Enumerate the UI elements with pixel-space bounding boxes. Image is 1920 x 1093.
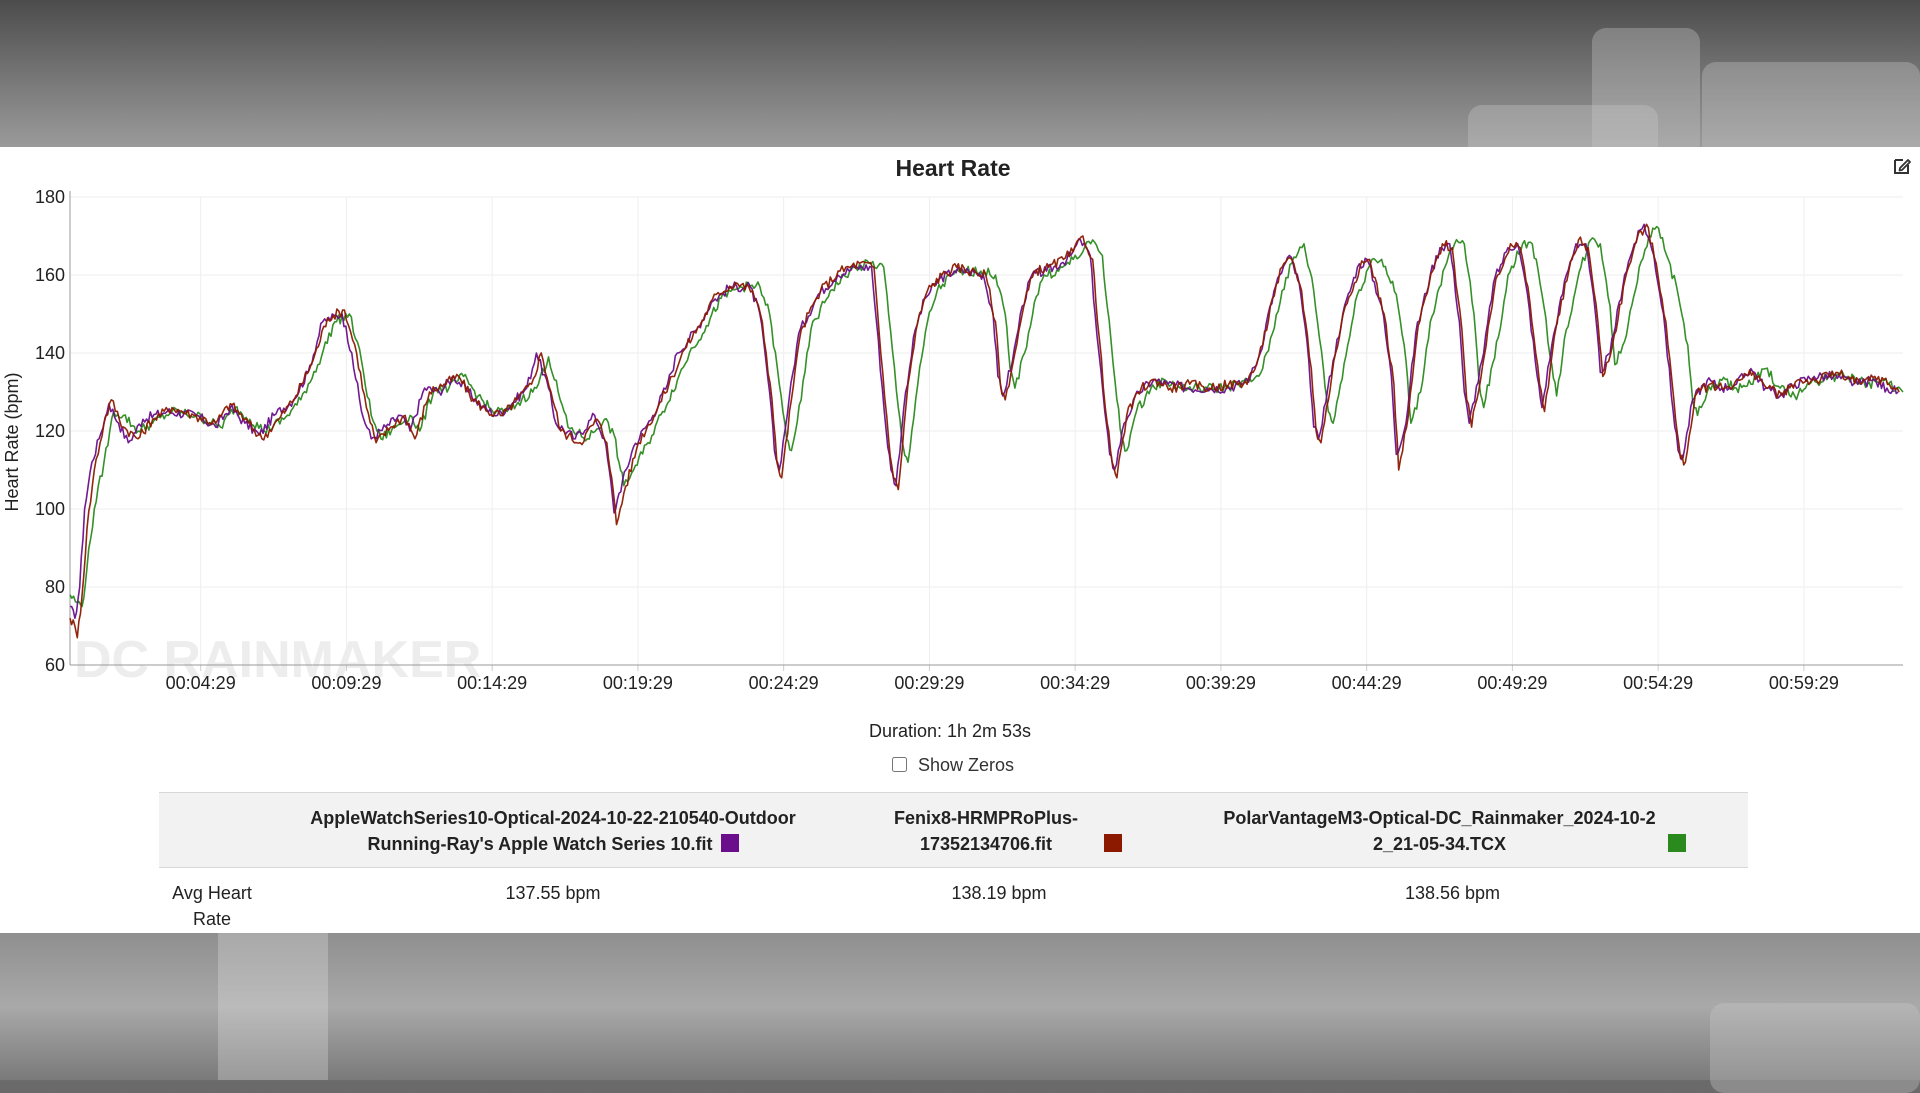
- y-tick-label: 160: [35, 265, 65, 285]
- y-tick-label: 180: [35, 187, 65, 207]
- video-background-top: [0, 0, 1920, 182]
- avg-value: 138.56 bpm: [1404, 883, 1501, 903]
- y-tick-label: 140: [35, 343, 65, 363]
- show-zeros-checkbox[interactable]: [891, 757, 907, 773]
- x-tick-label: 00:44:29: [1332, 673, 1402, 693]
- x-tick-label: 00:59:29: [1769, 673, 1839, 693]
- show-zeros-label[interactable]: Show Zeros: [918, 755, 1014, 775]
- x-axis-label: Duration: 1h 2m 53s: [869, 721, 1031, 741]
- chart-panel: Heart Rate DC RAINMAKER 60 80 100 120 140 160…: [0, 147, 1920, 933]
- legend-swatch: [1104, 834, 1122, 852]
- background-shape: [218, 933, 328, 1080]
- row-label: Avg Heart Rate: [172, 883, 252, 929]
- stats-header-empty: [159, 792, 265, 868]
- x-tick-label: 00:54:29: [1623, 673, 1693, 693]
- stats-header-col: AppleWatchSeries10-Optical-2024-10-22-21…: [265, 792, 841, 868]
- avg-value: 137.55 bpm: [505, 883, 601, 903]
- series-line: [69, 225, 1904, 608]
- y-tick-label: 100: [35, 499, 65, 519]
- stats-header-col: Fenix8-HRMPRoPlus-17352134706.fit: [841, 792, 1157, 868]
- table-row: Avg Heart Rate 137.55 bpm 138.19 bpm 138…: [159, 868, 1748, 945]
- x-tick-label: 00:24:29: [749, 673, 819, 693]
- legend-swatch: [1667, 834, 1686, 852]
- x-tick-label: 00:09:29: [311, 673, 381, 693]
- video-background-bottom: [0, 933, 1920, 1093]
- x-tick-label: 00:49:29: [1477, 673, 1547, 693]
- file-name: Fenix8-HRMPRoPlus-17352134706.fit: [893, 808, 1079, 854]
- show-zeros-control: Show Zeros: [0, 755, 1906, 776]
- x-tick-label: 00:29:29: [894, 673, 964, 693]
- axis-layer: 60 80 100 120 140 160 180 00:04:29 00:09:29 00:14…: [35, 187, 1903, 693]
- x-tick-label: 00:19:29: [603, 673, 673, 693]
- heart-rate-chart: DC RAINMAKER 60 80 100 120 140 160 180 00:04:29…: [2, 187, 1904, 741]
- y-tick-label: 60: [45, 655, 65, 675]
- stats-header-row: AppleWatchSeries10-Optical-2024-10-22-21…: [159, 792, 1748, 868]
- x-tick-label: 00:39:29: [1186, 673, 1256, 693]
- edit-icon[interactable]: [1892, 156, 1912, 176]
- y-tick-label: 120: [35, 421, 65, 441]
- watermark: DC RAINMAKER: [74, 631, 481, 689]
- file-name: PolarVantageM3-Optical-DC_Rainmaker_2024…: [1223, 808, 1656, 854]
- x-tick-label: 00:04:29: [166, 673, 236, 693]
- y-tick-label: 80: [45, 577, 65, 597]
- x-tick-label: 00:34:29: [1040, 673, 1110, 693]
- y-axis-label: Heart Rate (bpm): [2, 372, 22, 511]
- x-tick-label: 00:14:29: [457, 673, 527, 693]
- avg-value: 138.19 bpm: [951, 883, 1047, 903]
- legend-swatch: [720, 834, 739, 852]
- stats-table: AppleWatchSeries10-Optical-2024-10-22-21…: [159, 792, 1748, 944]
- stats-header-col: PolarVantageM3-Optical-DC_Rainmaker_2024…: [1157, 792, 1748, 868]
